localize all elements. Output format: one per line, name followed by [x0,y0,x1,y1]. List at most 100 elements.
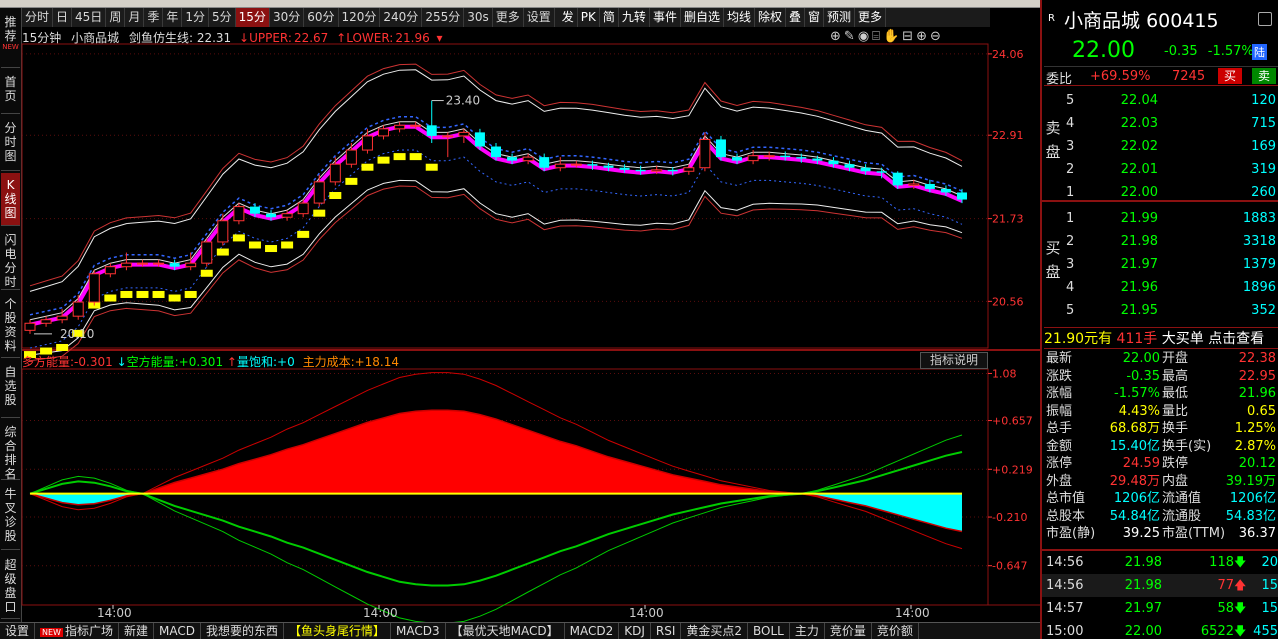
stat-value: 15.40亿 [1109,438,1160,454]
indicator-tab[interactable]: 我想要的东西 [201,622,284,639]
book-level: 4 [1066,280,1075,295]
indicator-tab[interactable]: 设置 [0,622,36,639]
candle-body [940,188,951,193]
book-level: 1 [1066,211,1075,226]
indicator-tab[interactable]: MACD2 [565,622,620,639]
bear-value: +0.301 [178,355,224,369]
candle-body [587,164,598,166]
stat-value: 0.65 [1247,403,1276,419]
indicator-tab[interactable]: 竞价量 [825,622,872,639]
indicator-tab[interactable]: MACD [154,622,201,639]
tick-row[interactable]: 15:00 22.00 6522 🡇 455 [1042,620,1278,639]
tick-row[interactable]: 14:56 21.98 118 🡇 20 [1042,551,1278,574]
book-volume: 1379 [1242,257,1276,272]
candle-body [56,315,68,321]
book-row[interactable]: 3 21.97 1379 [1064,254,1278,276]
candle-body [201,241,213,264]
negative-area [30,493,962,532]
main-panel-frame [21,43,989,349]
cost-value: +18.14 [354,355,400,369]
y-tick-label: 24.06 [992,48,1024,61]
stat-label: 金额 [1046,438,1073,454]
stat-label: 总手 [1046,421,1073,436]
book-row[interactable]: 3 22.02 169 [1064,136,1278,158]
book-row[interactable]: 2 21.98 3318 [1064,231,1278,253]
stat-label: 总股本 [1046,508,1086,524]
book-row[interactable]: 2 22.01 319 [1064,159,1278,181]
stat-label: 流通值 [1162,491,1202,506]
indicator-tab[interactable]: BOLL [748,622,790,639]
candle-body [491,146,501,158]
indicator-tab[interactable]: KDJ [619,622,651,639]
book-row[interactable]: 1 21.99 1883 [1064,208,1278,230]
stat-row: 涨停 24.59 跌停 20.12 [1044,455,1278,473]
stat-label: 最低 [1162,386,1189,401]
settings-icon[interactable] [1258,12,1272,26]
candle-body [24,322,36,331]
stat-row: 外盘 29.48万 内盘 39.19万 [1044,473,1278,491]
indicator-tab[interactable]: RSI [651,622,682,639]
trend-block [409,153,422,161]
stat-row: 市盈(静) 39.25 市盈(TTM) 36.37 [1044,525,1278,543]
buy-button[interactable]: 买 [1218,68,1242,84]
book-row[interactable]: 4 22.03 715 [1064,113,1278,135]
tick-row[interactable]: 14:57 21.97 58 🡇 15 [1042,597,1278,620]
tick-price: 21.98 [1124,555,1162,570]
book-row[interactable]: 5 21.95 352 [1064,300,1278,322]
indicator-tab[interactable]: 【最优天地MACD】 [446,622,565,639]
indicator-tab[interactable]: 【鱼头身尾行情】 [284,622,392,639]
stock-name: 小商品城 [1064,10,1141,32]
tick-volume: 118 [1209,555,1234,570]
book-row[interactable]: 5 22.04 120 [1064,90,1278,112]
candle-body [747,155,759,162]
trend-block [425,163,438,171]
book-level: 4 [1066,116,1075,131]
big-order-link[interactable]: 点击查看 [1208,331,1264,347]
indicator-tab[interactable]: NEW 指标广场 [35,622,119,639]
kline-chart[interactable]: 24.06 22.91 21.73 20.56 23.40 20.10 1.08 +0.657… [0,0,1040,622]
indicator-tab-label: 设置 [5,623,30,638]
trend-block [168,294,181,302]
trend-block [313,209,326,217]
upper-band [29,69,963,292]
wb-label: 委比 [1046,72,1073,87]
tick-row[interactable]: 14:56 21.98 77 🡅 15 [1042,574,1278,597]
indicator-tabs-bar: 设置 NEW 指标广场 新建 MACD 我想要的东西 【鱼头身尾行情】 MACD3 【最优天地M… [0,622,1040,639]
candle-body [683,167,695,172]
stock-title: 小商品城 600415 [1064,6,1219,33]
tick-price: 22.00 [1124,624,1162,639]
stat-label: 量比 [1162,403,1189,419]
candle-body [474,132,485,147]
big-order-row[interactable]: 21.90元有 411手 大买单 点击查看 [1044,327,1278,349]
stat-value: -1.57% [1114,386,1160,401]
stat-label: 总市值 [1046,491,1086,506]
trend-block [104,294,117,302]
sat-label: 量饱和: [236,355,278,369]
candle-body [345,149,357,165]
trend-block [297,230,310,238]
x-tick-label: 14:00 [97,606,132,620]
indicator-tab[interactable]: 主力 [790,622,825,639]
stat-label: 涨幅 [1046,386,1073,401]
stat-value: 1206亿 [1113,491,1160,506]
tick-price: 21.98 [1124,578,1162,593]
candle-body [169,263,180,267]
bull-value: -0.301 [74,355,113,369]
book-price: 22.02 [1120,139,1158,154]
sell-button[interactable]: 卖 [1252,68,1276,84]
stat-row: 涨幅 -1.57% 最低 21.96 [1044,385,1278,403]
indicator-tab[interactable]: MACD3 [391,622,446,639]
stat-label: 内盘 [1162,473,1189,489]
indicator-tab-label: RSI [655,623,676,638]
stat-row: 总股本 54.84亿 流通股 54.83亿 [1044,508,1278,526]
book-row[interactable]: 1 22.00 260 [1064,182,1278,204]
candle-body [876,171,887,173]
indicator-tab[interactable]: 黄金买点2 [681,622,749,639]
stat-label: 最高 [1162,368,1189,384]
indicator-tab[interactable]: 竞价额 [872,622,919,639]
indicator-tab[interactable]: 新建 [119,622,154,639]
book-level: 5 [1066,93,1075,108]
book-row[interactable]: 4 21.96 1896 [1064,277,1278,299]
tick-count: 15 [1261,578,1278,593]
indicator-desc-button[interactable]: 指标说明 [920,352,988,369]
